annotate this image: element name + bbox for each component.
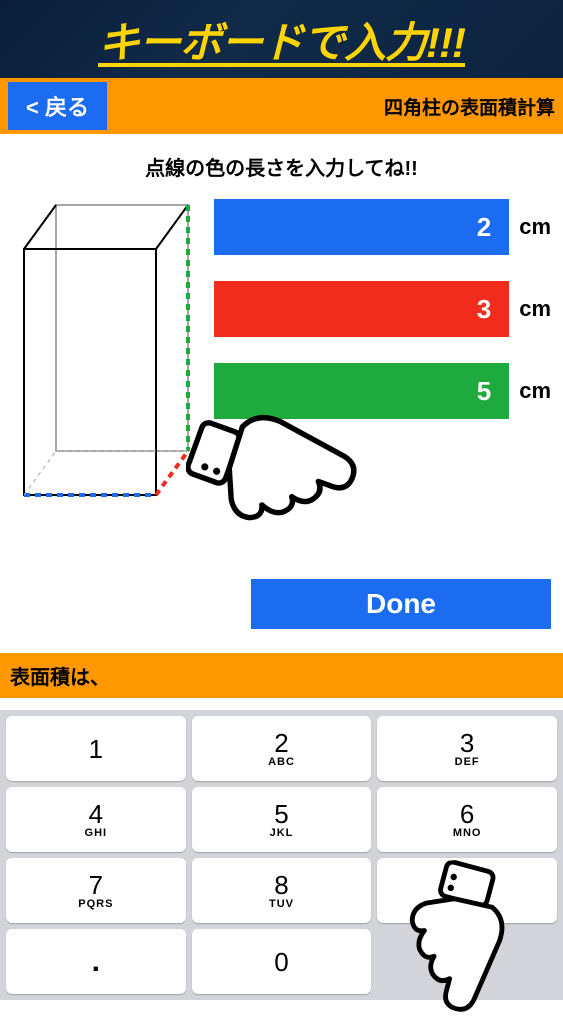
key-1[interactable]: 1 [6, 716, 186, 781]
result-label: 表面積は、 [10, 667, 110, 689]
dimension-inputs: 2 cm 3 cm 5 cm [214, 195, 551, 515]
key-0[interactable]: 0 [192, 929, 372, 994]
width-input[interactable]: 2 [214, 199, 509, 255]
key-7[interactable]: 7PQRS [6, 858, 186, 923]
cuboid-diagram [12, 195, 202, 515]
back-button-label: < 戻る [26, 90, 89, 122]
unit-label: cm [519, 296, 551, 322]
banner-text: キーボードで入力!!! [98, 9, 465, 70]
key-empty [377, 929, 557, 994]
height-input[interactable]: 5 [214, 363, 509, 419]
input-row-blue: 2 cm [214, 199, 551, 255]
key-3[interactable]: 3DEF [377, 716, 557, 781]
key-8[interactable]: 8TUV [192, 858, 372, 923]
instruction-text: 点線の色の長さを入力してね!! [0, 134, 563, 195]
height-value: 5 [477, 376, 491, 407]
input-row-red: 3 cm [214, 281, 551, 337]
depth-value: 3 [477, 294, 491, 325]
key-dot[interactable]: . [6, 929, 186, 994]
key-4[interactable]: 4GHI [6, 787, 186, 852]
figure-inputs-row: 2 cm 3 cm 5 cm [0, 195, 563, 515]
unit-label: cm [519, 214, 551, 240]
key-6[interactable]: 6MNO [377, 787, 557, 852]
topbar: < 戻る 四角柱の表面積計算 [0, 78, 563, 134]
width-value: 2 [477, 212, 491, 243]
unit-label: cm [519, 378, 551, 404]
result-bar: 表面積は、 [0, 653, 563, 698]
depth-input[interactable]: 3 [214, 281, 509, 337]
back-button[interactable]: < 戻る [8, 82, 107, 130]
key-5[interactable]: 5JKL [192, 787, 372, 852]
numeric-keypad: 1 2ABC 3DEF 4GHI 5JKL 6MNO 7PQRS 8TUV 9W… [0, 710, 563, 1000]
key-2[interactable]: 2ABC [192, 716, 372, 781]
key-9[interactable]: 9WXYZ [377, 858, 557, 923]
done-button[interactable]: Done [251, 579, 551, 629]
input-row-green: 5 cm [214, 363, 551, 419]
page-title: 四角柱の表面積計算 [384, 93, 555, 120]
done-label: Done [366, 588, 436, 620]
promo-banner: キーボードで入力!!! [0, 0, 563, 78]
